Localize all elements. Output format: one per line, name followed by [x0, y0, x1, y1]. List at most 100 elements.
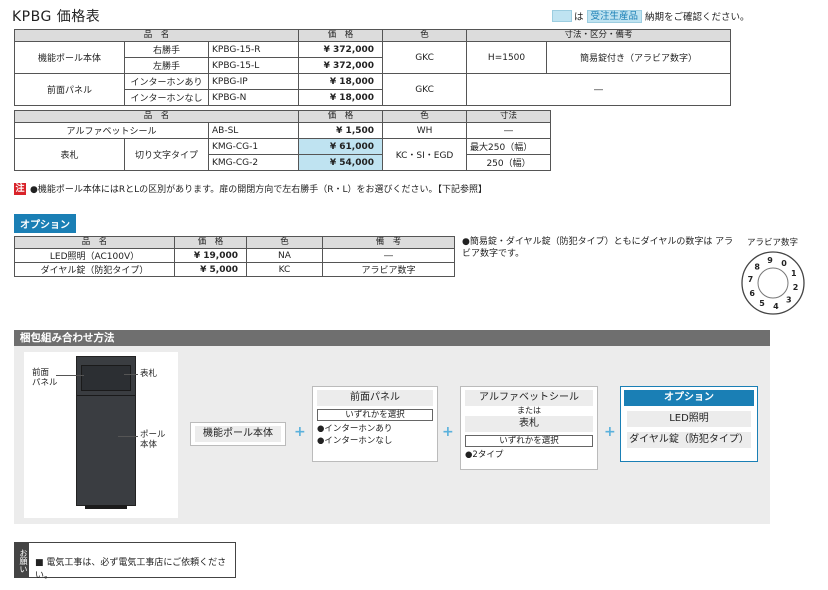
- th-price: 価 格: [174, 236, 247, 249]
- list-item: ダイヤル錠（防犯タイプ）: [627, 432, 751, 448]
- leader-nameplate: [124, 374, 138, 375]
- packing-title: 梱包組み合わせ方法: [14, 330, 770, 346]
- pole-seam: [77, 395, 135, 396]
- cell-group: 機能ポール本体: [14, 41, 125, 74]
- plus-icon: +: [294, 424, 306, 440]
- dial-icon: 01 23456 789: [741, 251, 805, 315]
- cell-color: WH: [382, 122, 468, 139]
- dial-label: アラビア数字: [747, 238, 799, 248]
- cell-name: アルファベットシール: [14, 122, 209, 139]
- th-spec: 寸法・区分・備考: [466, 29, 732, 42]
- cell-price: ¥ 19,000: [174, 248, 247, 263]
- dial-digit: 1: [791, 269, 797, 278]
- step-front-panel: 前面パネル いずれかを選択 ●インターホンあり ●インターホンなし: [312, 386, 438, 462]
- th-name: 品 名: [14, 236, 175, 249]
- dial-digit: 0: [781, 259, 787, 268]
- label-pole: ポール 本体: [140, 430, 166, 450]
- cell-size: 最大250（幅）: [466, 138, 552, 155]
- cell-price: ¥ 1,500: [298, 122, 384, 139]
- cell-sub: 左勝手: [124, 57, 209, 74]
- plus-icon: +: [604, 424, 616, 440]
- list-item: ●インターホンあり: [317, 424, 393, 434]
- th-note: 備 考: [322, 236, 455, 249]
- step-pole: 機能ポール本体: [190, 422, 286, 446]
- dial-digit: 9: [767, 256, 773, 265]
- option-side-note: ●簡易錠・ダイヤル錠（防犯タイプ）ともにダイヤルの数字は アラビア数字です。: [462, 237, 734, 259]
- legend: は 受注生産品 納期をご確認ください。: [552, 9, 750, 23]
- cell-name: ダイヤル錠（防犯タイプ）: [14, 262, 175, 277]
- legend-tag: 受注生産品: [586, 9, 643, 23]
- th-color: 色: [382, 110, 468, 123]
- cell-color: GKC: [382, 73, 468, 106]
- cell-code: AB-SL: [207, 122, 300, 139]
- list-item: ●インターホンなし: [317, 436, 393, 446]
- th-price: 価 格: [298, 29, 384, 42]
- cell-code: KPBG-IP: [207, 73, 300, 90]
- cell-price: ¥ 372,000: [298, 41, 384, 58]
- legend-swatch: [552, 10, 572, 22]
- cell-spec: 簡易錠付き（アラビア数字）: [546, 41, 732, 74]
- dial-digit: 8: [754, 262, 760, 271]
- cell-code: KPBG-N: [207, 89, 300, 106]
- option-label: オプション: [14, 214, 76, 233]
- cell-price: ¥ 18,000: [298, 89, 384, 106]
- dial-digit: 4: [773, 302, 779, 311]
- cell-color: NA: [246, 248, 323, 263]
- label-nameplate: 表札: [140, 369, 158, 379]
- leader-front-panel: [56, 375, 84, 376]
- cell-note: ―: [322, 248, 455, 263]
- cell-group: 表札: [14, 138, 125, 171]
- cell-price: ¥ 61,000: [298, 138, 384, 155]
- note: 注 ●機能ポール本体にはRとLの区別があります。扉の開閉方向で左右勝手（R・L）…: [14, 182, 487, 195]
- cell-code: KMG-CG-2: [207, 154, 300, 171]
- cell-name: LED照明（AC100V）: [14, 248, 175, 263]
- step-front-panel-sub: いずれかを選択: [317, 409, 433, 421]
- dial-digit: 7: [748, 275, 754, 284]
- step-option-title: オプション: [624, 390, 754, 406]
- step-sign-sub: いずれかを選択: [465, 435, 593, 447]
- table-row: アルファベットシール AB-SL ¥ 1,500 WH ―: [14, 122, 552, 139]
- note-text: ●機能ポール本体にはRとLの区別があります。扉の開閉方向で左右勝手（R・L）をお…: [30, 185, 487, 195]
- cell-spec: H=1500: [466, 41, 548, 74]
- cell-spec: ―: [466, 73, 732, 106]
- request-box: お願い ■ 電気工事は、必ず電気工事店にご依頼ください。: [14, 542, 236, 581]
- page-title: KPBG 価格表: [12, 9, 101, 25]
- price-table-accessories: 品 名 価 格 色 寸法 アルファベットシール AB-SL ¥ 1,500 WH…: [13, 110, 552, 171]
- th-name: 品 名: [13, 29, 300, 42]
- cell-size: ―: [466, 122, 552, 139]
- legend-text-pre: は: [574, 12, 584, 23]
- label-front-panel: 前面 パネル: [32, 368, 58, 388]
- dial-digit: 5: [759, 299, 765, 308]
- price-table-main: 品 名 価 格 色 寸法・区分・備考 機能ポール本体 右勝手 KPBG-15-R…: [13, 29, 732, 106]
- cell-sub: インターホンなし: [124, 89, 209, 106]
- front-panel-shape: [81, 365, 131, 391]
- step-sign-title: アルファベットシール: [465, 390, 593, 406]
- step-sign: アルファベットシール または 表札 いずれかを選択 ●2タイプ: [460, 386, 598, 470]
- step-pole-title: 機能ポール本体: [195, 426, 281, 442]
- request-text: ■ 電気工事は、必ず電気工事店にご依頼ください。: [35, 558, 227, 581]
- plus-icon: +: [442, 424, 454, 440]
- th-name: 品 名: [13, 110, 300, 123]
- note-mark: 注: [14, 182, 26, 195]
- th-color: 色: [246, 236, 323, 249]
- cell-sub: インターホンあり: [124, 73, 209, 90]
- dial-digit: 3: [786, 296, 792, 305]
- dial-digit: 6: [749, 289, 755, 298]
- list-item: LED照明: [627, 411, 751, 427]
- th-size: 寸法: [466, 110, 552, 123]
- cell-color: KC・SI・EGD: [382, 138, 468, 171]
- cell-sub: 切り文字タイプ: [124, 138, 209, 171]
- option-table: 品 名 価 格 色 備 考 LED照明（AC100V） ¥ 19,000 NA …: [14, 236, 455, 277]
- th-color: 色: [382, 29, 468, 42]
- cell-price: ¥ 372,000: [298, 57, 384, 74]
- cell-price: ¥ 54,000: [298, 154, 384, 171]
- dial-digit: 2: [793, 283, 799, 292]
- table-row: LED照明（AC100V） ¥ 19,000 NA ―: [14, 248, 455, 263]
- cell-code: KPBG-15-R: [207, 41, 300, 58]
- leader-pole: [118, 436, 138, 437]
- pole-illustration: [76, 356, 136, 509]
- cell-color: KC: [246, 262, 323, 277]
- list-item: ●2タイプ: [465, 450, 504, 460]
- cell-note: アラビア数字: [322, 262, 455, 277]
- table-row: 前面パネル インターホンあり KPBG-IP ¥ 18,000 GKC ―: [14, 73, 732, 106]
